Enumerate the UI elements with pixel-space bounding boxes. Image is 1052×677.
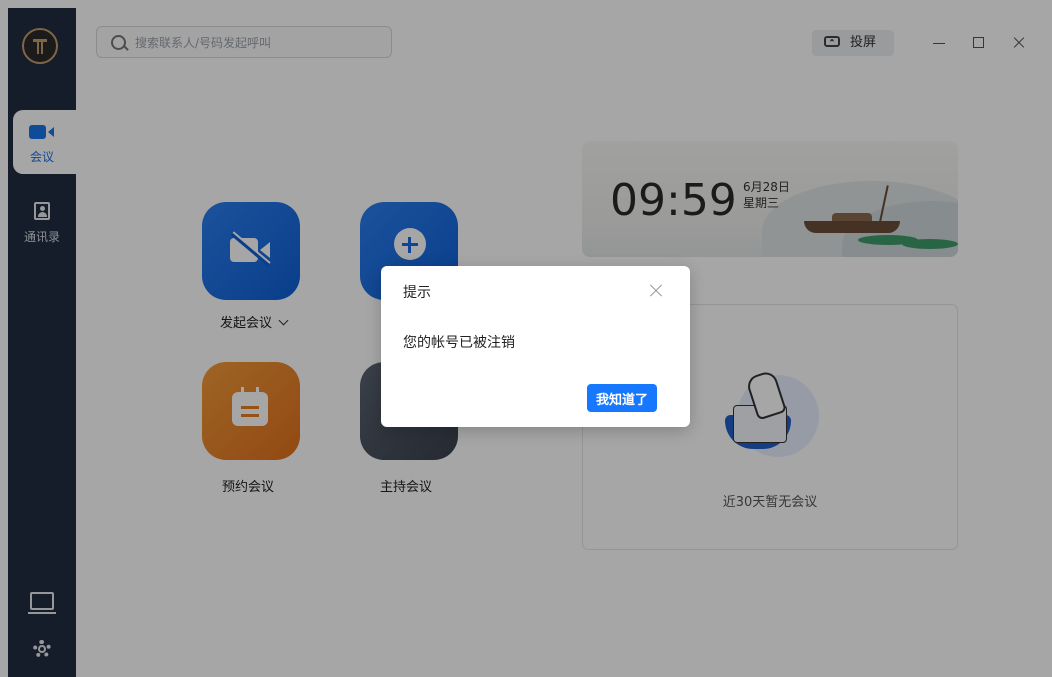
close-icon[interactable]	[647, 282, 665, 300]
notice-dialog: 提示 您的帐号已被注销 我知道了	[381, 266, 690, 427]
dialog-message: 您的帐号已被注销	[403, 335, 515, 351]
acknowledge-button[interactable]: 我知道了	[587, 384, 657, 412]
app-window: 会议 通讯录 投屏 发起会议 预约会议 主持会议	[8, 8, 1052, 677]
dialog-title: 提示	[403, 285, 431, 301]
